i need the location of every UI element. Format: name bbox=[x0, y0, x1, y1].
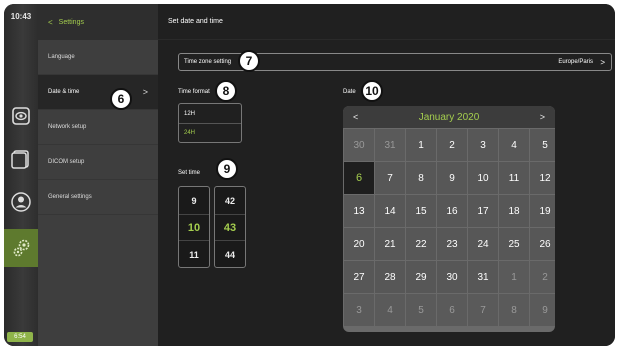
minute-next: 44 bbox=[224, 249, 235, 260]
patient-button[interactable] bbox=[4, 186, 38, 218]
calendar-day[interactable]: 2 bbox=[437, 129, 467, 161]
settings-button[interactable] bbox=[4, 229, 38, 267]
device-screen: 10:43 6:54 < Settings Language Date & ti… bbox=[4, 4, 615, 346]
calendar-grid: 30 31 1 2 3 4 5 6 7 8 9 10 11 12 13 14 15 16 17 18 19 20 21 22 2… bbox=[343, 128, 555, 327]
time-format-24h[interactable]: 24H bbox=[179, 123, 241, 142]
settings-menu: < Settings Language Date & time > Networ… bbox=[38, 4, 158, 346]
callout-badge: 9 bbox=[216, 158, 238, 180]
calendar-day[interactable]: 13 bbox=[344, 195, 374, 227]
menu-item-label: General settings bbox=[48, 194, 92, 200]
time-format-12h[interactable]: 12H bbox=[179, 104, 241, 123]
calendar-day[interactable]: 1 bbox=[406, 129, 436, 161]
hour-prev: 9 bbox=[191, 195, 197, 206]
folder-icon bbox=[11, 150, 29, 169]
battery-indicator: 6:54 bbox=[7, 332, 33, 342]
settings-back-label: Settings bbox=[58, 18, 84, 26]
callout-badge: 6 bbox=[110, 88, 132, 110]
calendar-day[interactable]: 19 bbox=[530, 195, 555, 227]
calendar-day[interactable]: 12 bbox=[530, 162, 555, 194]
chevron-right-icon: > bbox=[600, 57, 605, 67]
callout-badge: 7 bbox=[238, 50, 260, 72]
left-rail: 10:43 6:54 bbox=[4, 4, 38, 346]
calendar-day[interactable]: 25 bbox=[499, 228, 529, 260]
menu-item-general-settings[interactable]: General settings bbox=[38, 180, 158, 215]
hour-next: 11 bbox=[189, 249, 199, 260]
calendar-day[interactable]: 29 bbox=[406, 261, 436, 293]
calendar-day[interactable]: 11 bbox=[499, 162, 529, 194]
menu-item-label: Language bbox=[48, 54, 75, 60]
calendar-day[interactable]: 3 bbox=[468, 129, 498, 161]
calendar-day[interactable]: 16 bbox=[437, 195, 467, 227]
calendar-day[interactable]: 5 bbox=[406, 294, 436, 326]
minute-prev: 42 bbox=[224, 195, 235, 206]
page-title: Set date and time bbox=[158, 4, 615, 40]
eye-icon bbox=[12, 107, 30, 125]
next-month-button[interactable]: > bbox=[540, 112, 545, 122]
calendar-day[interactable]: 10 bbox=[468, 162, 498, 194]
calendar-day[interactable]: 30 bbox=[437, 261, 467, 293]
calendar: < January 2020 > 30 31 1 2 3 4 5 6 7 8 9 10 11 12 13 14… bbox=[343, 106, 555, 332]
calendar-day[interactable]: 9 bbox=[437, 162, 467, 194]
menu-item-dicom-setup[interactable]: DICOM setup bbox=[38, 145, 158, 180]
hour-roller[interactable]: 9 10 11 bbox=[178, 186, 210, 268]
camera-button[interactable] bbox=[4, 100, 38, 132]
minute-current: 43 bbox=[215, 214, 245, 241]
calendar-day[interactable]: 21 bbox=[375, 228, 405, 260]
calendar-day[interactable]: 3 bbox=[344, 294, 374, 326]
timezone-value: Europe/Paris bbox=[558, 59, 593, 65]
calendar-day[interactable]: 4 bbox=[375, 294, 405, 326]
menu-item-label: Date & time bbox=[48, 89, 80, 95]
calendar-day[interactable]: 8 bbox=[406, 162, 436, 194]
menu-item-label: DICOM setup bbox=[48, 159, 85, 165]
settings-back-button[interactable]: < Settings bbox=[38, 4, 158, 40]
chevron-left-icon: < bbox=[48, 17, 53, 27]
chevron-right-icon: > bbox=[142, 87, 148, 97]
calendar-day-selected[interactable]: 6 bbox=[344, 162, 374, 194]
date-label: Date bbox=[343, 89, 356, 95]
menu-item-language[interactable]: Language bbox=[38, 40, 158, 75]
calendar-day[interactable]: 28 bbox=[375, 261, 405, 293]
calendar-day[interactable]: 31 bbox=[375, 129, 405, 161]
callout-badge: 10 bbox=[361, 80, 383, 102]
calendar-day[interactable]: 22 bbox=[406, 228, 436, 260]
calendar-day[interactable]: 2 bbox=[530, 261, 555, 293]
minute-roller[interactable]: 42 43 44 bbox=[214, 186, 246, 268]
calendar-header: < January 2020 > bbox=[343, 106, 555, 128]
menu-item-date-time[interactable]: Date & time > bbox=[38, 75, 158, 110]
calendar-day[interactable]: 26 bbox=[530, 228, 555, 260]
calendar-day[interactable]: 7 bbox=[468, 294, 498, 326]
prev-month-button[interactable]: < bbox=[353, 112, 358, 122]
calendar-day[interactable]: 23 bbox=[437, 228, 467, 260]
calendar-day[interactable]: 20 bbox=[344, 228, 374, 260]
calendar-day[interactable]: 4 bbox=[499, 129, 529, 161]
menu-item-label: Network setup bbox=[48, 124, 87, 130]
calendar-day[interactable]: 14 bbox=[375, 195, 405, 227]
calendar-day[interactable]: 6 bbox=[437, 294, 467, 326]
callout-badge: 8 bbox=[215, 80, 237, 102]
calendar-day[interactable]: 18 bbox=[499, 195, 529, 227]
time-format-label: Time format bbox=[178, 89, 210, 95]
calendar-day[interactable]: 9 bbox=[530, 294, 555, 326]
calendar-day[interactable]: 27 bbox=[344, 261, 374, 293]
timezone-label: Time zone setting bbox=[184, 59, 232, 65]
gears-icon bbox=[13, 239, 30, 257]
clock: 10:43 bbox=[10, 12, 32, 21]
menu-item-network-setup[interactable]: Network setup bbox=[38, 110, 158, 145]
calendar-day[interactable]: 31 bbox=[468, 261, 498, 293]
calendar-day[interactable]: 17 bbox=[468, 195, 498, 227]
calendar-day[interactable]: 24 bbox=[468, 228, 498, 260]
calendar-day[interactable]: 30 bbox=[344, 129, 374, 161]
time-format-selector: 12H 24H bbox=[178, 103, 242, 143]
hour-current: 10 bbox=[179, 214, 209, 241]
files-button[interactable] bbox=[4, 143, 38, 175]
calendar-day[interactable]: 5 bbox=[530, 129, 555, 161]
calendar-day[interactable]: 1 bbox=[499, 261, 529, 293]
calendar-month-title: January 2020 bbox=[418, 111, 480, 123]
user-icon bbox=[11, 192, 31, 212]
calendar-day[interactable]: 8 bbox=[499, 294, 529, 326]
calendar-day[interactable]: 15 bbox=[406, 195, 436, 227]
set-time-label: Set time bbox=[178, 170, 201, 176]
calendar-day[interactable]: 7 bbox=[375, 162, 405, 194]
